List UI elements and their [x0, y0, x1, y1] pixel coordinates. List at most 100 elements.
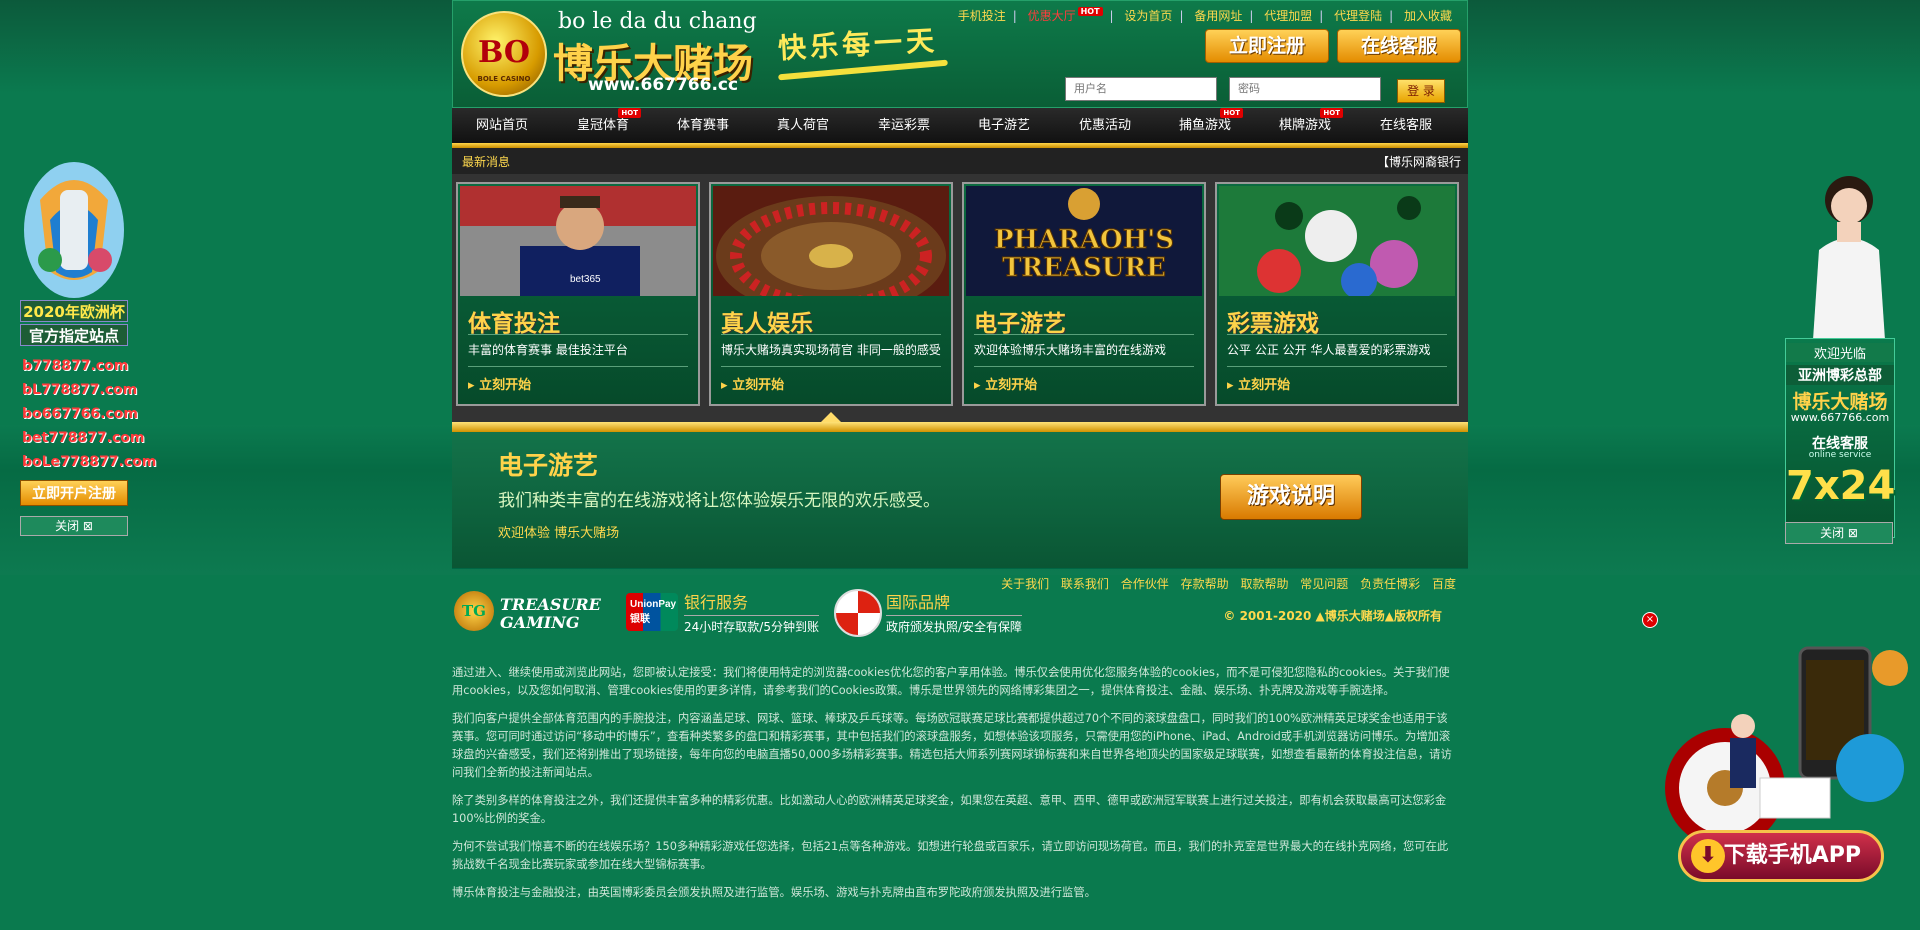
footer-link-about[interactable]: 关于我们	[1001, 577, 1049, 591]
nav-item-lottery[interactable]: 幸运彩票	[854, 108, 954, 143]
game-instructions-button[interactable]: 游戏说明	[1220, 474, 1362, 520]
alt-url[interactable]: bL778877.com	[22, 382, 137, 398]
bank-service-badge: UnionPay 银联 银行服务 24小时存取款/5分钟到账	[626, 587, 826, 637]
left-close-button[interactable]: 关闭 ⊠	[20, 516, 128, 536]
roulette-image	[713, 186, 949, 296]
login-button[interactable]: 登 录	[1397, 79, 1445, 103]
hot-badge: HOT	[618, 108, 641, 118]
card-sports[interactable]: bet365 体育投注 丰富的体育赛事 最佳投注平台 ▸ 立刻开始	[456, 182, 700, 406]
card-divider	[974, 334, 1194, 335]
pharaohs-treasure-image: PHARAOH'S TREASURE	[966, 186, 1202, 296]
footer-link-withdraw-help[interactable]: 取款帮助	[1240, 577, 1288, 591]
tg-logo-text-1: TREASURE	[500, 595, 601, 614]
footer-link-faq[interactable]: 常见问题	[1300, 577, 1348, 591]
footer-link-partners[interactable]: 合作伙伴	[1121, 577, 1169, 591]
site-footer: TG TREASURE GAMING UnionPay 银联 银行服务 24小时…	[452, 569, 1468, 659]
news-text[interactable]: 【博乐网裔银行	[1377, 153, 1461, 170]
intro-desc: 我们种类丰富的在线游戏将让您体验娱乐无限的欢乐感受。	[498, 491, 940, 511]
top-link-agent-login[interactable]: 代理登陆	[1334, 9, 1382, 23]
online-service-en: online service	[1808, 450, 1872, 460]
section-divider	[452, 422, 1468, 432]
left-register-button[interactable]: 立即开户注册	[20, 480, 128, 506]
site-header: BO BOLE CASINO bo le da du chang 博乐大赌场 w…	[452, 0, 1468, 108]
password-input[interactable]	[1229, 77, 1381, 101]
app-download-ad[interactable]: × ⬇ 下载手机APP	[1630, 610, 1920, 930]
welcome-label: 欢迎光临	[1786, 343, 1894, 362]
nav-item-promotions[interactable]: 优惠活动	[1055, 108, 1155, 143]
nav-item-live-dealer[interactable]: 真人荷官	[753, 108, 853, 143]
unionpay-icon: UnionPay 银联	[626, 593, 678, 631]
card-title: 真人娱乐	[721, 311, 813, 337]
register-button[interactable]: 立即注册	[1205, 29, 1329, 63]
card-start-link[interactable]: ▸ 立刻开始	[974, 374, 1037, 393]
card-title: 电子游艺	[974, 311, 1066, 337]
nav-item-fishing[interactable]: 捕鱼游戏 HOT	[1155, 108, 1255, 143]
card-start-link[interactable]: ▸ 立刻开始	[468, 374, 531, 393]
sports-player-image: bet365	[460, 186, 696, 296]
download-app-label: 下载手机APP	[1723, 843, 1861, 868]
card-lottery[interactable]: 彩票游戏 公平 公正 公开 华人最喜爱的彩票游戏 ▸ 立刻开始	[1215, 182, 1459, 406]
card-divider	[1227, 334, 1447, 335]
nav-item-card-games[interactable]: 棋牌游戏 HOT	[1255, 108, 1355, 143]
service-panel: 欢迎光临 亚洲博彩总部 博乐大赌场 www.667766.com 在线客服 on…	[1785, 338, 1895, 538]
asia-hq-label: 亚洲博彩总部	[1786, 365, 1894, 385]
card-start-label: 立刻开始	[1238, 378, 1291, 393]
game-intro-panel: 电子游艺 我们种类丰富的在线游戏将让您体验娱乐无限的欢乐感受。 欢迎体验 博乐大…	[452, 432, 1468, 569]
nav-item-label: 皇冠体育	[576, 118, 629, 133]
lottery-balls-image	[1219, 186, 1455, 296]
alt-url[interactable]: bet778877.com	[22, 430, 144, 446]
official-site-label: 官方指定站点	[20, 324, 128, 346]
euro-trophy-icon	[24, 162, 124, 298]
main-container: BO BOLE CASINO bo le da du chang 博乐大赌场 w…	[452, 0, 1468, 930]
card-start-label: 立刻开始	[479, 378, 532, 393]
card-divider	[721, 334, 941, 335]
footer-link-responsible[interactable]: 负责任博彩	[1360, 577, 1420, 591]
brand-name: 博乐大赌场	[1792, 391, 1888, 413]
footer-link-deposit-help[interactable]: 存款帮助	[1181, 577, 1229, 591]
username-input[interactable]	[1065, 77, 1217, 101]
top-link-agent-join[interactable]: 代理加盟	[1264, 9, 1312, 23]
top-link-backup-url[interactable]: 备用网址	[1194, 9, 1242, 23]
footer-link-baidu[interactable]: 百度	[1432, 577, 1456, 591]
top-link-promotions-label: 优惠大厅	[1027, 9, 1076, 23]
nav-item-customer-service[interactable]: 在线客服	[1356, 108, 1456, 143]
alt-url[interactable]: bo667766.com	[22, 406, 138, 422]
card-desc: 公平 公正 公开 华人最喜爱的彩票游戏	[1227, 343, 1431, 357]
bank-sub: 24小时存取款/5分钟到账	[684, 615, 819, 635]
close-icon[interactable]: ×	[1642, 612, 1658, 628]
right-float-ad[interactable]: 欢迎光临 亚洲博彩总部 博乐大赌场 www.667766.com 在线客服 on…	[1785, 160, 1895, 545]
nav-item-label: 捕鱼游戏	[1178, 118, 1231, 133]
nav-item-home[interactable]: 网站首页	[452, 108, 552, 143]
card-title: 彩票游戏	[1227, 311, 1319, 337]
card-divider	[468, 366, 688, 367]
game-cards: bet365 体育投注 丰富的体育赛事 最佳投注平台 ▸ 立刻开始 真人娱乐 博…	[452, 174, 1468, 422]
top-link-mobile-bet[interactable]: 手机投注	[958, 9, 1006, 23]
alt-url[interactable]: boLe778877.com	[22, 454, 156, 470]
svg-text:bet365: bet365	[570, 274, 601, 285]
left-float-ad[interactable]: 2020年欧洲杯 官方指定站点 b778877.com bL778877.com…	[20, 160, 156, 540]
card-start-link[interactable]: ▸ 立刻开始	[1227, 374, 1290, 393]
alt-url[interactable]: b778877.com	[22, 358, 128, 374]
legal-paragraph: 我们向客户提供全部体育范围内的手腕投注，内容涵盖足球、网球、篮球、棒球及乒乓球等…	[452, 712, 1452, 779]
brand-url: www.667766.com	[1790, 411, 1890, 424]
top-link-promotions[interactable]: 优惠大厅 HOT	[1027, 7, 1103, 23]
card-live-casino[interactable]: 真人娱乐 博乐大赌场真实现场荷官 非同一般的感受 ▸ 立刻开始	[709, 182, 953, 406]
nav-item-slots[interactable]: 电子游艺	[954, 108, 1054, 143]
online-service-button[interactable]: 在线客服	[1337, 29, 1461, 63]
download-app-button[interactable]: ⬇ 下载手机APP	[1678, 830, 1884, 882]
top-links: 手机投注 | 优惠大厅 HOT | 设为首页 | 备用网址 | 代理加盟 | 代理登陆 | 加…	[957, 7, 1452, 23]
hot-badge: HOT	[1220, 108, 1243, 118]
intro-welcome: 欢迎体验 博乐大赌场	[498, 526, 620, 541]
nav-item-crown-sports[interactable]: 皇冠体育 HOT	[553, 108, 653, 143]
right-close-button[interactable]: 关闭 ⊠	[1785, 522, 1893, 544]
top-link-set-homepage[interactable]: 设为首页	[1124, 9, 1172, 23]
card-slots[interactable]: PHARAOH'S TREASURE 电子游艺 欢迎体验博乐大赌场丰富的在线游戏…	[962, 182, 1206, 406]
service-hours: 7x24	[1786, 463, 1896, 509]
footer-link-contact[interactable]: 联系我们	[1061, 577, 1109, 591]
top-link-bookmark[interactable]: 加入收藏	[1404, 9, 1452, 23]
card-desc: 博乐大赌场真实现场荷官 非同一般的感受	[721, 343, 941, 357]
nav-item-sports-events[interactable]: 体育赛事	[653, 108, 753, 143]
logo-badge-icon[interactable]: BO BOLE CASINO	[461, 11, 547, 97]
shield-icon	[834, 589, 882, 637]
card-start-link[interactable]: ▸ 立刻开始	[721, 374, 784, 393]
